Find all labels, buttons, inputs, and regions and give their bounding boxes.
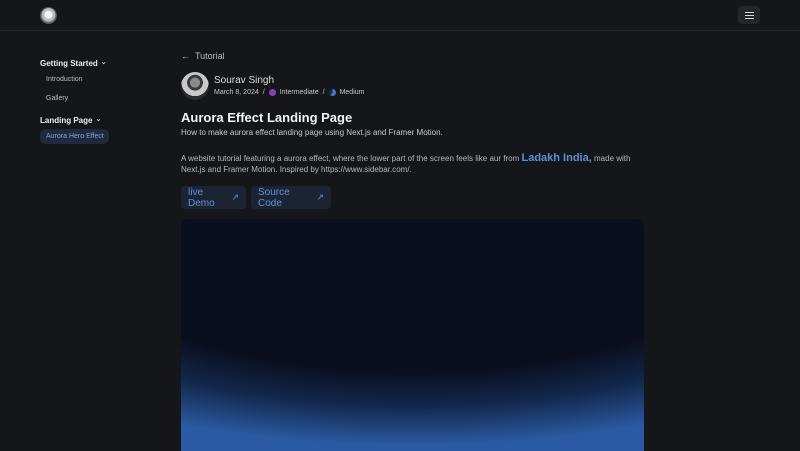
sidebar-item-gallery[interactable]: Gallery <box>40 92 160 104</box>
description: A website tutorial featuring a aurora ef… <box>181 152 631 174</box>
meta-separator: / <box>262 89 265 96</box>
sidebar-heading-getting-started[interactable]: Getting Started ⌄ <box>40 57 160 69</box>
live-demo-button[interactable]: live Demo ↗ <box>181 186 246 209</box>
highlighted-place: Ladakh India, <box>521 152 592 164</box>
sidebar-item-introduction[interactable]: Introduction <box>40 73 160 85</box>
author-name: Sourav Singh <box>214 75 275 86</box>
page-title: Aurora Effect Landing Page <box>181 110 353 125</box>
meta-separator: / <box>322 89 325 96</box>
difficulty-label: Medium <box>339 89 365 96</box>
sidebar-item-aurora-hero-effect[interactable]: Aurora Hero Effect <box>40 129 109 144</box>
level-icon <box>268 89 276 96</box>
sidebar-heading-landing-page[interactable]: Landing Page ⌄ <box>40 114 160 126</box>
menu-button[interactable] <box>738 6 760 24</box>
chevron-down-icon: ⌄ <box>95 116 102 123</box>
external-link-icon: ↗ <box>316 192 324 202</box>
difficulty-icon <box>328 89 336 96</box>
sidebar: Getting Started ⌄ Introduction Gallery L… <box>40 57 160 144</box>
hamburger-menu-icon <box>744 11 754 13</box>
publish-date: March 8, 2024 <box>214 89 259 96</box>
level-label: Intermediate <box>279 89 319 96</box>
logo-icon[interactable] <box>40 7 57 24</box>
external-link-icon: ↗ <box>231 192 239 202</box>
arrow-left-icon: ← <box>181 51 190 61</box>
back-link[interactable]: ← Tutorial <box>181 51 225 61</box>
page-subtitle: How to make aurora effect landing page u… <box>181 128 443 137</box>
chevron-down-icon: ⌄ <box>100 59 107 66</box>
source-code-button[interactable]: Source Code ↗ <box>251 186 331 209</box>
top-bar <box>0 0 800 31</box>
author-avatar <box>181 72 209 100</box>
article-meta: March 8, 2024 / Intermediate / Medium <box>214 89 364 96</box>
aurora-preview <box>181 219 644 451</box>
